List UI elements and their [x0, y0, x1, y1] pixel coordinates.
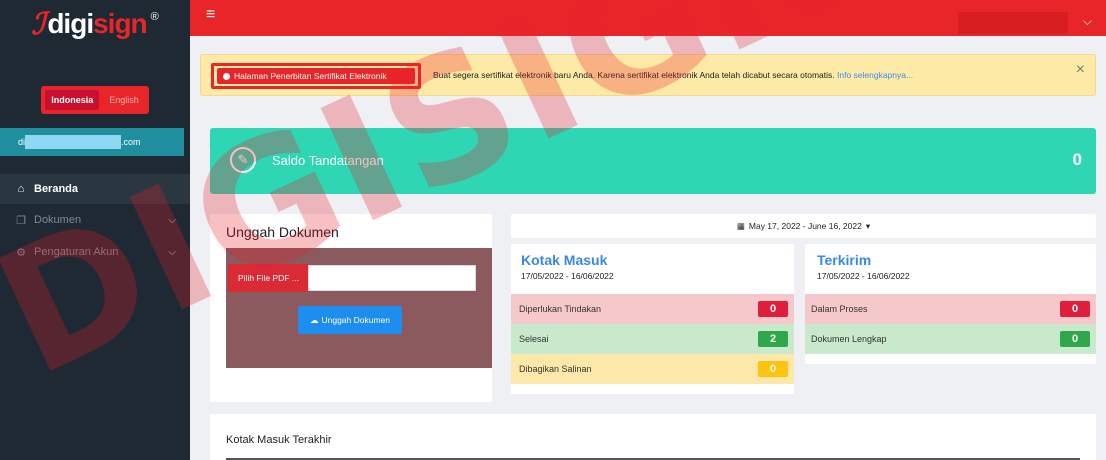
count-badge: 2: [758, 331, 788, 347]
email-prefix: di: [18, 137, 26, 147]
upload-button-label: Unggah Dokumen: [321, 315, 390, 325]
pick-file-button[interactable]: Pilih File PDF ...: [228, 264, 310, 292]
sent-row-in-process[interactable]: Dalam Proses 0: [805, 294, 1096, 324]
sidebar-nav: ⌂ Beranda ❐ Dokumen ⌵ ⚙ Pengaturan Akun …: [0, 174, 190, 268]
file-name-input[interactable]: [308, 265, 476, 291]
inbox-panel: Kotak Masuk 17/05/2022 - 16/06/2022 Dipe…: [511, 244, 794, 394]
upload-area: Pilih File PDF ... ☁ Unggah Dokumen: [226, 248, 492, 368]
caret-down-icon: ▾: [865, 220, 871, 231]
balance-label: Saldo Tandatangan: [272, 153, 384, 168]
sent-row-complete[interactable]: Dokumen Lengkap 0: [805, 324, 1096, 354]
email-suffix: .com: [121, 137, 141, 147]
gear-icon: ⚙: [16, 246, 26, 259]
date-range-label: May 17, 2022 - June 16, 2022: [748, 221, 862, 231]
upload-panel: Unggah Dokumen Pilih File PDF ... ☁ Ungg…: [210, 214, 492, 402]
lang-english-button[interactable]: English: [103, 90, 145, 110]
brand-logo[interactable]: ℐ digisign ®: [0, 0, 190, 48]
count-badge: 0: [1060, 331, 1090, 347]
upload-title: Unggah Dokumen: [226, 224, 339, 240]
highlight-frame: Halaman Penerbitan Sertifikat Elektronik: [211, 63, 421, 89]
sidebar-item-beranda[interactable]: ⌂ Beranda: [0, 174, 190, 204]
sidebar: ℐ digisign ® Indonesia English di .com ⌂…: [0, 0, 190, 460]
inbox-range: 17/05/2022 - 16/06/2022: [521, 271, 614, 281]
date-range-picker[interactable]: ▦ May 17, 2022 - June 16, 2022 ▾: [511, 214, 1096, 238]
pen-icon: ✎: [230, 147, 256, 173]
certificate-alert: Halaman Penerbitan Sertifikat Elektronik…: [200, 54, 1096, 96]
recent-inbox-title: Kotak Masuk Terakhir: [226, 434, 332, 446]
upload-document-button[interactable]: ☁ Unggah Dokumen: [298, 306, 402, 334]
inbox-row-action-required[interactable]: Diperlukan Tindakan 0: [511, 294, 794, 324]
document-icon: ❐: [16, 214, 26, 227]
cloud-upload-icon: ☁: [309, 314, 319, 325]
brand-text-a: digi: [47, 8, 94, 39]
chevron-down-icon: ⌵: [168, 246, 176, 258]
circle-icon: [223, 72, 230, 80]
inbox-row-done[interactable]: Selesai 2: [511, 324, 794, 354]
sent-range: 17/05/2022 - 16/06/2022: [817, 271, 910, 281]
top-bar: ≡ ⌵: [190, 0, 1106, 36]
email-redaction: [25, 135, 122, 149]
count-badge: 0: [758, 361, 788, 377]
count-badge: 0: [758, 301, 788, 317]
alert-message: Buat segera sertifikat elektronik baru A…: [433, 70, 914, 80]
sidebar-item-label: Pengaturan Akun: [34, 246, 119, 258]
balance-value: 0: [1072, 150, 1082, 169]
registered-mark: ®: [150, 11, 159, 23]
sidebar-item-label: Dokumen: [34, 214, 82, 226]
count-badge: 0: [1060, 301, 1090, 317]
certificate-issuance-button[interactable]: Halaman Penerbitan Sertifikat Elektronik: [217, 68, 415, 84]
hamburger-icon[interactable]: ≡: [206, 6, 215, 24]
close-icon[interactable]: ×: [1076, 61, 1085, 79]
more-info-link[interactable]: Info selengkapnya...: [837, 70, 913, 80]
account-email: di .com: [0, 128, 184, 156]
sent-panel: Terkirim 17/05/2022 - 16/06/2022 Dalam P…: [805, 244, 1096, 364]
sent-title[interactable]: Terkirim: [817, 252, 1096, 268]
chevron-down-icon: ⌵: [168, 214, 176, 226]
lang-indonesia-button[interactable]: Indonesia: [45, 90, 100, 110]
brand-text-b: sign: [93, 8, 148, 39]
recent-inbox-panel: Kotak Masuk Terakhir: [210, 414, 1096, 460]
inbox-title[interactable]: Kotak Masuk: [521, 252, 794, 268]
certificate-issuance-label: Halaman Penerbitan Sertifikat Elektronik: [234, 71, 387, 81]
home-icon: ⌂: [17, 183, 25, 195]
language-switcher: Indonesia English: [0, 86, 190, 114]
chevron-down-icon[interactable]: ⌵: [1083, 14, 1092, 29]
inbox-row-shared-copy[interactable]: Dibagikan Salinan 0: [511, 354, 794, 384]
sidebar-item-label: Beranda: [34, 183, 79, 195]
user-menu[interactable]: [958, 12, 1068, 34]
signature-icon: ℐ: [31, 7, 46, 41]
calendar-icon: ▦: [736, 220, 745, 231]
signature-balance-card: ✎ Saldo Tandatangan 0: [210, 128, 1096, 194]
sidebar-item-dokumen[interactable]: ❐ Dokumen ⌵: [0, 204, 190, 236]
sidebar-item-pengaturan-akun[interactable]: ⚙ Pengaturan Akun ⌵: [0, 236, 190, 268]
